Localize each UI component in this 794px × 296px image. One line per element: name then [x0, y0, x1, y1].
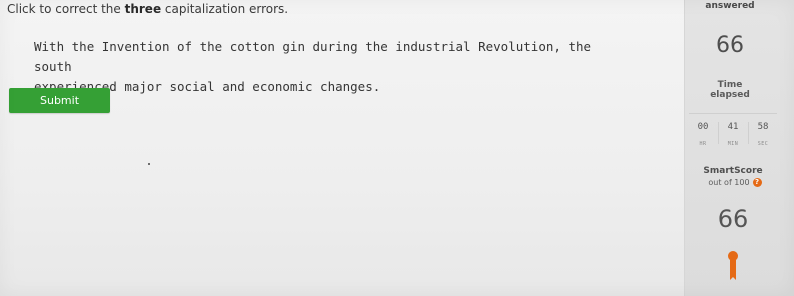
question-area: Click to correct the three capitalizatio… — [0, 0, 684, 296]
word-during[interactable]: during — [313, 39, 358, 54]
timer-hours-value: 00 — [697, 122, 709, 132]
word-cotton[interactable]: cotton — [230, 39, 275, 54]
word-economic[interactable]: economic — [252, 79, 312, 94]
timer-seconds: 58 SEC — [750, 122, 776, 147]
word-revolution[interactable]: Revolution, — [478, 39, 561, 54]
elapsed-timer: 00 HR 41 MIN 58 SEC — [690, 122, 776, 150]
word-the-1[interactable]: the — [72, 39, 95, 54]
word-major[interactable]: major — [124, 79, 162, 94]
word-the-2[interactable]: the — [200, 39, 223, 54]
sentence: With the Invention of the cotton gin dur… — [34, 37, 594, 97]
word-industrial[interactable]: industrial — [395, 39, 470, 54]
word-invention[interactable]: Invention — [102, 39, 170, 54]
word-gin[interactable]: gin — [282, 39, 305, 54]
timer-hours-unit: HR — [699, 141, 707, 147]
timer-seconds-value: 58 — [757, 122, 769, 132]
word-the-3[interactable]: the — [365, 39, 388, 54]
timer-hours: 00 HR — [690, 122, 716, 147]
instructions: Click to correct the three capitalizatio… — [7, 2, 288, 16]
timer-minutes-unit: MIN — [727, 141, 739, 147]
smartscore-value: 66 — [717, 205, 749, 233]
timer-separator — [718, 122, 719, 144]
timer-minutes-value: 41 — [727, 122, 739, 132]
time-label-line2: elapsed — [710, 90, 750, 100]
time-label-line1: Time — [717, 80, 743, 90]
info-icon[interactable]: ? — [752, 178, 762, 187]
answered-label: answered — [695, 1, 765, 11]
word-south[interactable]: south — [34, 59, 72, 74]
timer-seconds-unit: SEC — [757, 141, 769, 147]
instructions-emphasis: three — [124, 2, 162, 16]
word-changes[interactable]: changes. — [320, 79, 380, 94]
medal-icon — [728, 251, 738, 280]
answered-count: 66 — [716, 33, 744, 58]
smartscore-label: SmartScore — [703, 166, 763, 176]
word-with[interactable]: With — [34, 39, 64, 54]
instructions-prefix: Click to correct the — [7, 2, 125, 16]
time-elapsed-label: Time elapsed — [695, 80, 765, 100]
submit-button[interactable]: Submit — [9, 88, 110, 113]
out-of-label: out of 100 — [708, 178, 750, 187]
instructions-suffix: capitalization errors. — [161, 2, 289, 16]
word-and[interactable]: and — [222, 79, 245, 94]
word-social[interactable]: social — [170, 79, 215, 94]
medal-ribbon — [730, 260, 736, 280]
stray-mark — [148, 163, 150, 165]
word-the-4[interactable]: the — [568, 39, 591, 54]
timer-separator — [748, 122, 749, 144]
timer-divider — [689, 113, 777, 114]
medal-disc — [728, 251, 738, 261]
timer-minutes: 41 MIN — [720, 122, 746, 147]
word-of[interactable]: of — [177, 39, 192, 54]
smartscore-out-of: out of 100? — [700, 178, 770, 187]
